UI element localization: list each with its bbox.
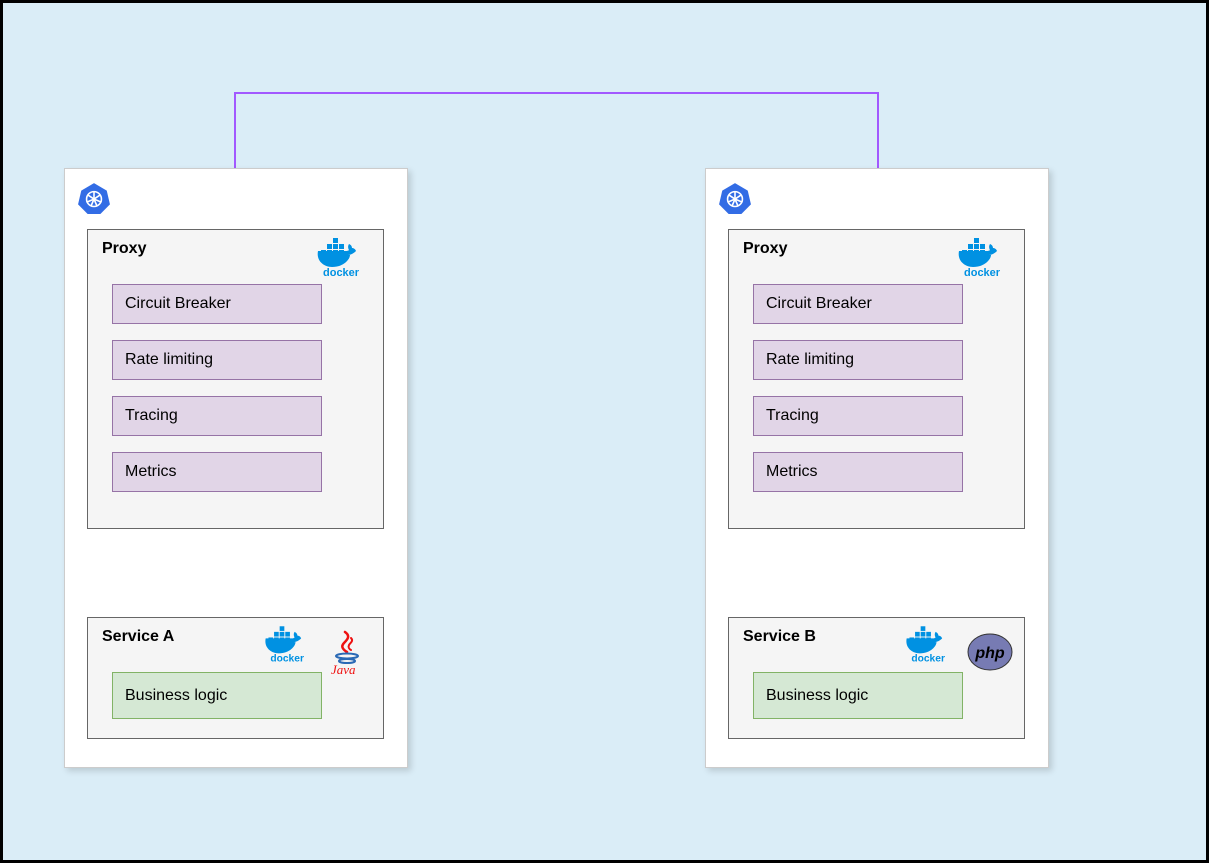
svg-text:php: php: [974, 645, 1005, 662]
pod-a: Proxy docker Circuit Breaker Rate limiti…: [64, 168, 408, 768]
pod-b: Proxy docker Circuit Breaker Rate limiti…: [705, 168, 1049, 768]
kubernetes-icon: [718, 181, 752, 220]
feature-circuit-breaker: Circuit Breaker: [753, 284, 963, 324]
business-logic: Business logic: [112, 672, 322, 719]
proxy-title: Proxy: [743, 240, 787, 258]
feature-metrics: Metrics: [753, 452, 963, 492]
feature-rate-limiting: Rate limiting: [753, 340, 963, 380]
service-title: Service A: [102, 628, 174, 646]
kubernetes-icon: [77, 181, 111, 220]
proxy-box-a: Proxy docker Circuit Breaker Rate limiti…: [87, 229, 384, 529]
docker-icon: docker: [261, 624, 317, 669]
docker-icon: docker: [313, 236, 373, 283]
java-icon: Java: [325, 628, 373, 681]
feature-circuit-breaker: Circuit Breaker: [112, 284, 322, 324]
docker-icon: docker: [954, 236, 1014, 283]
feature-rate-limiting: Rate limiting: [112, 340, 322, 380]
svg-text:docker: docker: [964, 267, 1001, 278]
business-logic: Business logic: [753, 672, 963, 719]
feature-tracing: Tracing: [112, 396, 322, 436]
feature-metrics: Metrics: [112, 452, 322, 492]
diagram-canvas: Proxy docker Circuit Breaker Rate limiti…: [0, 0, 1209, 863]
service-title: Service B: [743, 628, 816, 646]
proxy-box-b: Proxy docker Circuit Breaker Rate limiti…: [728, 229, 1025, 529]
service-box-a: Service A docker: [87, 617, 384, 739]
svg-text:Java: Java: [331, 662, 356, 676]
service-box-b: Service B docker php Busi: [728, 617, 1025, 739]
proxy-title: Proxy: [102, 240, 146, 258]
php-icon: php: [966, 628, 1014, 681]
svg-text:docker: docker: [911, 654, 945, 664]
docker-icon: docker: [902, 624, 958, 669]
svg-text:docker: docker: [323, 267, 360, 278]
feature-tracing: Tracing: [753, 396, 963, 436]
svg-text:docker: docker: [270, 654, 304, 664]
